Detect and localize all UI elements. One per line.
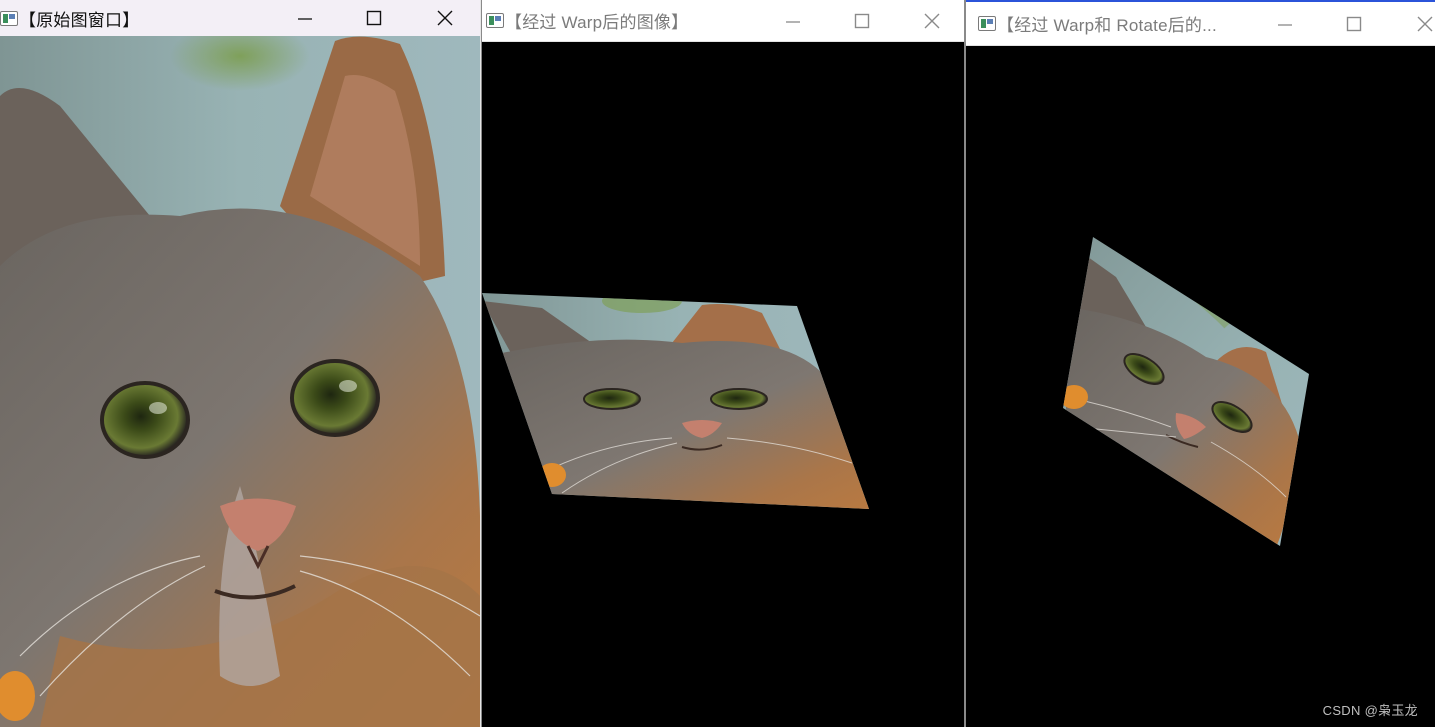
warped-cat-image xyxy=(482,293,869,509)
window-title: 【经过 Warp和 Rotate后的... xyxy=(997,16,1217,35)
minimize-icon xyxy=(786,20,800,23)
close-icon xyxy=(1417,16,1433,31)
close-icon xyxy=(437,10,453,26)
minimize-button[interactable] xyxy=(1262,2,1308,45)
close-icon xyxy=(924,13,940,28)
close-button[interactable] xyxy=(1402,2,1435,45)
minimize-icon xyxy=(1278,23,1292,26)
minimize-icon xyxy=(298,18,312,20)
close-button[interactable] xyxy=(422,0,468,36)
maximize-button[interactable] xyxy=(1331,2,1377,45)
warped-rotated-cat-image xyxy=(1063,237,1309,546)
app-window-icon xyxy=(978,16,996,31)
window-original: 【原始图窗口】 xyxy=(0,0,480,727)
watermark: CSDN @枭玉龙 xyxy=(1322,703,1418,718)
maximize-icon xyxy=(366,10,382,26)
minimize-button[interactable] xyxy=(282,0,328,36)
close-button[interactable] xyxy=(909,0,955,41)
cat-image xyxy=(0,36,480,727)
maximize-button[interactable] xyxy=(351,0,397,36)
image-canvas: CSDN @枭玉龙 xyxy=(966,47,1435,727)
titlebar[interactable]: 【经过 Warp和 Rotate后的... xyxy=(966,2,1435,46)
app-window-icon xyxy=(486,13,504,28)
maximize-icon xyxy=(854,13,870,28)
maximize-icon xyxy=(1346,16,1362,31)
window-title: 【经过 Warp后的图像】 xyxy=(505,13,689,32)
titlebar[interactable]: 【原始图窗口】 xyxy=(0,0,480,36)
app-window-icon xyxy=(0,10,18,26)
image-canvas xyxy=(482,43,964,727)
window-warp: 【经过 Warp后的图像】 xyxy=(481,0,965,727)
window-title: 【原始图窗口】 xyxy=(19,10,140,30)
window-warp-rotate: 【经过 Warp和 Rotate后的... CSDN @枭玉龙 xyxy=(965,0,1435,727)
titlebar[interactable]: 【经过 Warp后的图像】 xyxy=(482,0,964,42)
maximize-button[interactable] xyxy=(839,0,885,41)
minimize-button[interactable] xyxy=(770,0,816,41)
image-canvas xyxy=(0,36,480,727)
